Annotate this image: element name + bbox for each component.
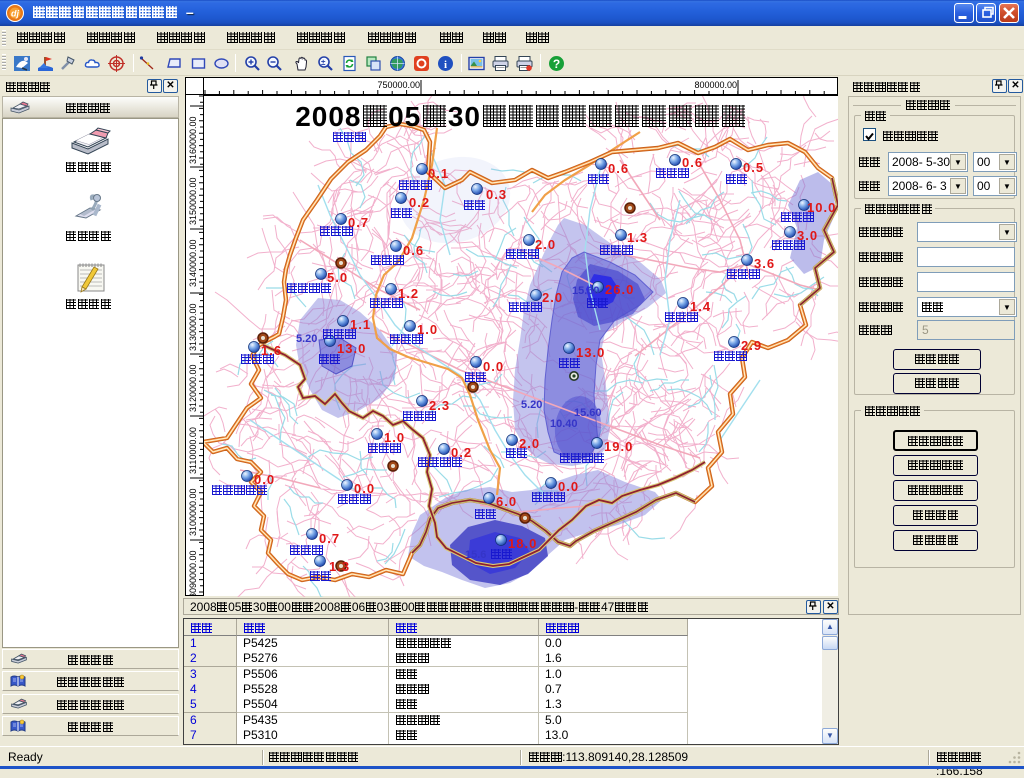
svg-text:i: i bbox=[444, 59, 447, 71]
svg-text:?: ? bbox=[553, 57, 560, 71]
svg-text:3140000.00: 3140000.00 bbox=[188, 239, 198, 287]
svg-text:3090000.00: 3090000.00 bbox=[188, 550, 198, 596]
svg-text:3110000.00: 3110000.00 bbox=[188, 427, 198, 474]
svg-text:3120000.00: 3120000.00 bbox=[188, 364, 198, 412]
svg-text:dj: dj bbox=[11, 9, 19, 19]
svg-text:3150000.00: 3150000.00 bbox=[188, 177, 198, 225]
svg-text:3100000.00: 3100000.00 bbox=[188, 488, 198, 536]
svg-text:±: ± bbox=[321, 58, 326, 67]
svg-text:3130000.00: 3130000.00 bbox=[188, 303, 198, 351]
svg-text:3160000.00: 3160000.00 bbox=[188, 116, 198, 164]
